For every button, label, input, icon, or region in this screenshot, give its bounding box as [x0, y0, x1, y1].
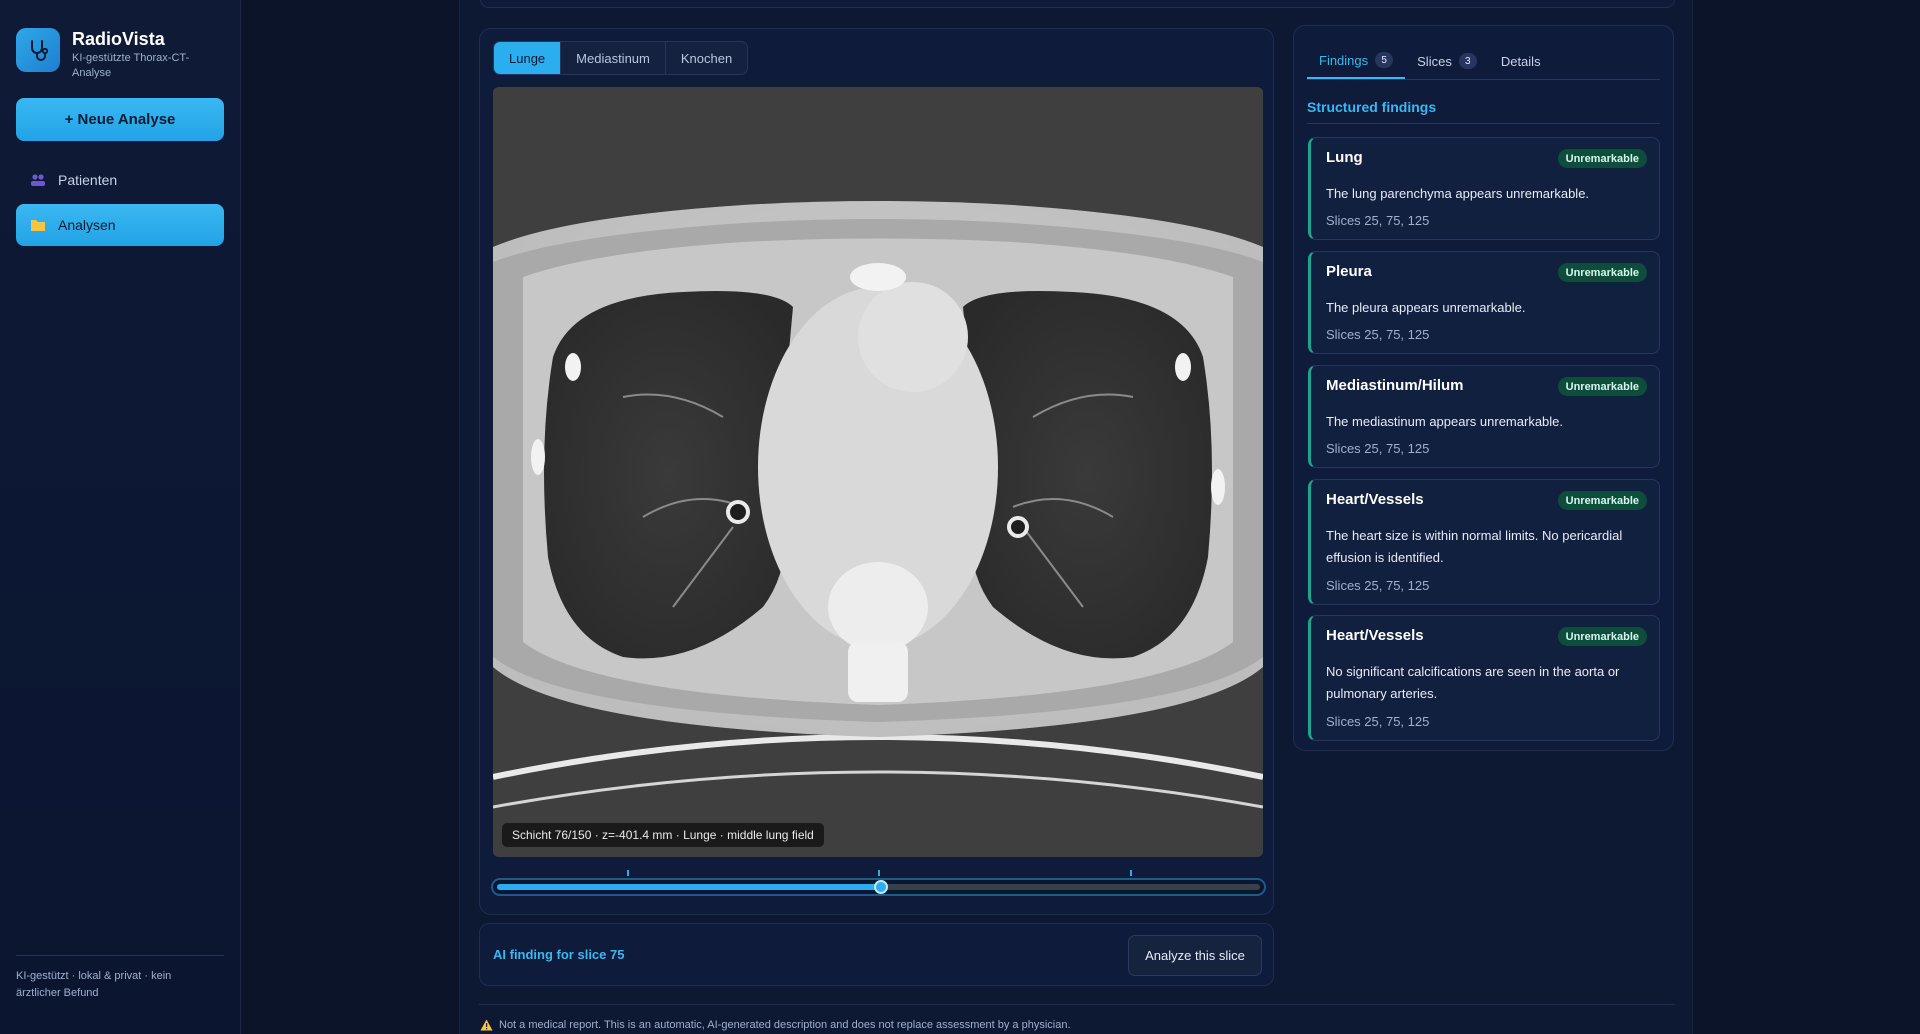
- divider: [1307, 123, 1660, 124]
- tab-label: Slices: [1417, 53, 1452, 69]
- finding-description: The pleura appears unremarkable.: [1326, 300, 1526, 315]
- warning-icon: [480, 1019, 493, 1031]
- slice-marker[interactable]: [1130, 870, 1132, 876]
- app-subtitle: KI-gestützte Thorax-CT-Analyse: [72, 52, 190, 79]
- finding-description: No significant calcifications are seen i…: [1326, 664, 1620, 701]
- finding-card[interactable]: Mediastinum/Hilum Unremarkable The media…: [1308, 365, 1660, 468]
- finding-slices: Slices 25, 75, 125: [1326, 327, 1430, 342]
- analyze-slice-button[interactable]: Analyze this slice: [1128, 935, 1262, 976]
- top-card-edge: [480, 0, 1675, 8]
- slider-fill: [497, 884, 882, 890]
- findings-tabs: Findings 5 Slices 3 Details: [1307, 43, 1660, 80]
- finding-slices: Slices 25, 75, 125: [1326, 578, 1430, 593]
- sidebar-item-label: Analysen: [58, 217, 116, 233]
- new-analysis-button[interactable]: + Neue Analyse: [16, 98, 224, 141]
- sidebar-footer: KI-gestützt · lokal & privat · kein ärzt…: [16, 970, 172, 999]
- disclaimer-text: Not a medical report. This is an automat…: [499, 1019, 1071, 1031]
- ct-slice-image[interactable]: [493, 87, 1263, 857]
- tab-label: Details: [1500, 53, 1541, 69]
- brand: RadioVista KI-gestützte Thorax-CT-Analys…: [16, 28, 202, 81]
- finding-title: Pleura: [1326, 263, 1372, 280]
- finding-description: The heart size is within normal limits. …: [1326, 528, 1623, 565]
- tab-bone-window[interactable]: Knochen: [666, 42, 747, 74]
- slice-marker[interactable]: [878, 870, 880, 876]
- finding-slices: Slices 25, 75, 125: [1326, 441, 1430, 456]
- tab-details[interactable]: Details: [1489, 43, 1553, 79]
- sidebar-item-analyses[interactable]: Analysen: [16, 204, 224, 246]
- divider: [479, 1004, 1675, 1005]
- finding-slices: Slices 25, 75, 125: [1326, 213, 1430, 228]
- finding-card[interactable]: Heart/Vessels Unremarkable No significan…: [1308, 615, 1660, 741]
- slice-slider[interactable]: [491, 878, 1266, 896]
- status-badge: Unremarkable: [1557, 491, 1647, 510]
- finding-slices: Slices 25, 75, 125: [1326, 714, 1430, 729]
- count-badge: 5: [1375, 52, 1394, 68]
- folder-icon: [31, 220, 45, 231]
- finding-card[interactable]: Lung Unremarkable The lung parenchyma ap…: [1308, 137, 1660, 240]
- finding-title: Heart/Vessels: [1326, 627, 1424, 644]
- section-title: Structured findings: [1307, 99, 1437, 115]
- disclaimer: Not a medical report. This is an automat…: [480, 1019, 1071, 1031]
- slice-caption: Schicht 76/150 · z=-401.4 mm · Lunge · m…: [502, 823, 824, 847]
- finding-title: Mediastinum/Hilum: [1326, 377, 1464, 394]
- slice-marker[interactable]: [627, 870, 629, 876]
- finding-card[interactable]: Heart/Vessels Unremarkable The heart siz…: [1308, 479, 1660, 605]
- sidebar-item-label: Patienten: [58, 172, 118, 188]
- tab-lung-window[interactable]: Lunge: [494, 42, 562, 74]
- tab-label: Findings: [1319, 52, 1369, 68]
- slider-thumb[interactable]: [874, 880, 889, 894]
- users-icon: [31, 174, 45, 186]
- status-badge: Unremarkable: [1557, 263, 1647, 282]
- tab-findings[interactable]: Findings 5: [1307, 43, 1406, 79]
- finding-card[interactable]: Pleura Unremarkable The pleura appears u…: [1308, 251, 1660, 354]
- slider-track: [497, 880, 1260, 894]
- finding-title: Lung: [1326, 149, 1363, 166]
- sidebar: RadioVista KI-gestützte Thorax-CT-Analys…: [0, 0, 241, 1034]
- window-preset-tabs: Lunge Mediastinum Knochen: [493, 41, 749, 75]
- status-badge: Unremarkable: [1557, 149, 1647, 168]
- ai-finding-label: AI finding for slice 75: [493, 947, 625, 962]
- count-badge: 3: [1458, 53, 1477, 69]
- status-badge: Unremarkable: [1557, 627, 1647, 646]
- tab-slices[interactable]: Slices 3: [1405, 43, 1489, 79]
- finding-description: The mediastinum appears unremarkable.: [1326, 414, 1564, 429]
- status-badge: Unremarkable: [1557, 377, 1647, 396]
- tab-mediastinum-window[interactable]: Mediastinum: [561, 42, 666, 74]
- sidebar-item-patients[interactable]: Patienten: [16, 159, 224, 201]
- finding-description: The lung parenchyma appears unremarkable…: [1326, 186, 1590, 201]
- stethoscope-icon: [16, 28, 60, 72]
- app-name: RadioVista: [72, 29, 165, 49]
- divider: [16, 955, 224, 956]
- finding-title: Heart/Vessels: [1326, 491, 1424, 508]
